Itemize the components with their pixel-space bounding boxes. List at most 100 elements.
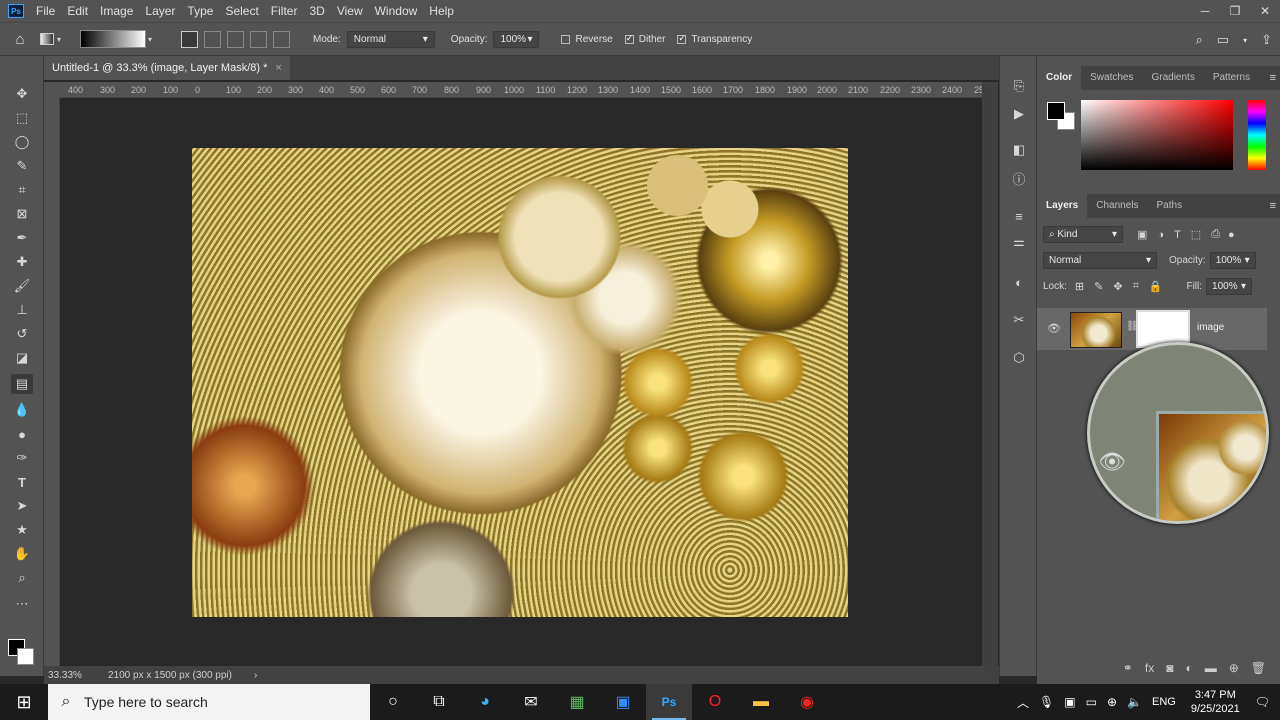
tools-icon[interactable]: ✂ <box>1009 310 1029 330</box>
adjustment-layer-icon[interactable]: ◐ <box>1185 661 1192 675</box>
chevron-right-icon[interactable]: › <box>254 670 257 681</box>
layer-name[interactable]: image <box>1197 322 1224 333</box>
mode-select[interactable]: Normal ▾ <box>346 30 435 48</box>
zoom-tool-icon[interactable]: ⌕ <box>11 568 33 588</box>
menu-window[interactable]: Window <box>369 0 424 22</box>
lock-all-icon[interactable]: 🔒 <box>1149 280 1163 293</box>
tab-patterns[interactable]: Patterns <box>1204 66 1259 90</box>
adjustments-icon[interactable]: ◧ <box>1009 140 1029 160</box>
menu-3d[interactable]: 3D <box>303 0 330 22</box>
file-explorer-icon[interactable]: ▬ <box>738 684 784 720</box>
network-icon[interactable]: ⊕ <box>1102 695 1122 709</box>
trash-icon[interactable]: 🗑 <box>1251 661 1266 675</box>
layer-opacity-input[interactable]: 100% ▾ <box>1209 252 1256 269</box>
clock[interactable]: 3:47 PM 9/25/2021 <box>1181 688 1250 716</box>
minimize-icon[interactable]: ─ <box>1190 0 1220 22</box>
eraser-tool-icon[interactable]: ◪ <box>11 348 33 368</box>
tab-layers[interactable]: Layers <box>1037 194 1088 218</box>
document-tab[interactable]: Untitled-1 @ 33.3% (image, Layer Mask/8)… <box>44 56 290 80</box>
taskbar-search[interactable]: ⌕ Type here to search <box>48 684 370 720</box>
search-icon[interactable]: ⌕ <box>1196 32 1203 48</box>
dodge-tool-icon[interactable]: ● <box>11 424 33 444</box>
history-brush-icon[interactable]: ↺ <box>11 324 33 344</box>
microphone-icon[interactable]: 🎙 <box>1034 695 1059 709</box>
screen-recorder-icon[interactable]: ◉ <box>784 684 830 720</box>
close-icon[interactable]: ✕ <box>1250 0 1280 22</box>
task-view-icon[interactable]: ⧉ <box>416 684 462 720</box>
document-image[interactable] <box>192 148 848 617</box>
panel-menu-icon[interactable]: ≡ <box>1270 200 1276 212</box>
reverse-checkbox[interactable]: Reverse <box>561 34 613 45</box>
link-layers-icon[interactable]: ⚭ <box>1123 661 1133 675</box>
menu-image[interactable]: Image <box>94 0 139 22</box>
3d-cube-icon[interactable]: ⬡ <box>1009 348 1029 368</box>
close-icon[interactable]: × <box>275 62 281 74</box>
horizontal-ruler[interactable]: 400 300 200 100 0 100 200 300 400 500 60… <box>60 82 988 98</box>
home-icon[interactable]: ⌂ <box>0 31 40 48</box>
transparency-checkbox[interactable]: Transparency <box>677 33 752 45</box>
lock-artboard-icon[interactable]: ⌗ <box>1133 280 1139 293</box>
tab-color[interactable]: Color <box>1037 66 1082 90</box>
lock-pixels-icon[interactable]: ✎ <box>1094 280 1103 293</box>
properties-icon[interactable]: ⚌ <box>1009 232 1029 252</box>
quick-select-tool-icon[interactable]: ✎ <box>11 156 33 176</box>
blur-tool-icon[interactable]: 💧 <box>11 400 33 420</box>
windows-start-icon[interactable]: ⊞ <box>0 684 48 720</box>
menu-edit[interactable]: Edit <box>61 0 94 22</box>
radial-gradient-icon[interactable] <box>204 30 221 48</box>
panel-menu-icon[interactable]: ≡ <box>1270 72 1276 84</box>
share-icon[interactable]: ⇪ <box>1261 32 1272 48</box>
eye-icon[interactable]: 👁 <box>1047 322 1061 335</box>
color-picker-field[interactable] <box>1081 100 1233 170</box>
filter-toggle-icon[interactable]: ● <box>1228 229 1235 241</box>
group-folder-icon[interactable]: ▬ <box>1205 661 1217 675</box>
info-icon[interactable]: ⓘ <box>1009 168 1029 188</box>
layer-filter-select[interactable]: ⌕ Kind ▾ <box>1043 226 1123 243</box>
marquee-tool-icon[interactable]: ⬚ <box>11 108 33 128</box>
background-color-swatch[interactable] <box>17 648 34 665</box>
path-select-icon[interactable]: ➤ <box>11 496 33 516</box>
blend-mode-select[interactable]: Normal ▾ <box>1043 252 1157 269</box>
menu-layer[interactable]: Layer <box>139 0 181 22</box>
pen-tool-icon[interactable]: ✑ <box>11 448 33 468</box>
chevron-down-icon[interactable]: ▾ <box>1243 36 1247 45</box>
notification-icon[interactable]: 🗨 <box>1250 695 1280 709</box>
shape-tool-icon[interactable]: ★ <box>11 520 33 540</box>
hand-tool-icon[interactable]: ✋ <box>11 544 33 564</box>
play-icon[interactable]: ▶ <box>1009 104 1029 124</box>
reflected-gradient-icon[interactable] <box>250 30 267 48</box>
tool-preset-picker[interactable]: ▾ <box>40 33 70 45</box>
frame-tool-icon[interactable]: ⊠ <box>11 204 33 224</box>
photoshop-taskbar-icon[interactable]: Ps <box>646 684 692 720</box>
ruler-origin[interactable] <box>44 82 60 98</box>
history-icon[interactable]: ⎘ <box>1009 76 1029 96</box>
mail-icon[interactable]: ✉ <box>508 684 554 720</box>
filter-shape-icon[interactable]: ⬚ <box>1191 228 1201 241</box>
dither-checkbox[interactable]: Dither <box>624 33 665 45</box>
zoom-level[interactable]: 33.33% <box>48 670 106 681</box>
new-layer-icon[interactable]: ⊕ <box>1229 661 1239 675</box>
add-mask-icon[interactable]: ◙ <box>1166 661 1173 675</box>
restore-icon[interactable]: ❐ <box>1220 0 1250 22</box>
diamond-gradient-icon[interactable] <box>273 30 290 48</box>
menu-select[interactable]: Select <box>219 0 264 22</box>
gradient-tool-icon[interactable]: ▤ <box>11 374 33 394</box>
lock-transparent-icon[interactable]: ⊞ <box>1075 280 1084 293</box>
filter-adjustment-icon[interactable]: ◑ <box>1157 229 1164 241</box>
menu-file[interactable]: File <box>30 0 61 22</box>
menu-help[interactable]: Help <box>423 0 460 22</box>
menu-type[interactable]: Type <box>181 0 219 22</box>
eyedropper-tool-icon[interactable]: ✒ <box>11 228 33 248</box>
fill-input[interactable]: 100% ▾ <box>1206 278 1253 295</box>
tab-swatches[interactable]: Swatches <box>1081 66 1142 90</box>
lock-position-icon[interactable]: ✥ <box>1113 280 1122 293</box>
tab-paths[interactable]: Paths <box>1148 194 1192 218</box>
brush-tool-icon[interactable]: 🖌 <box>11 276 33 296</box>
workspace-icon[interactable]: ▭ <box>1217 32 1229 48</box>
layer-thumbnail[interactable] <box>1070 312 1122 348</box>
volume-icon[interactable]: 🔈 <box>1122 695 1147 709</box>
clone-stamp-icon[interactable]: ⊥ <box>11 300 33 320</box>
battery-icon[interactable]: ▭ <box>1081 695 1102 709</box>
cortana-icon[interactable]: ○ <box>370 684 416 720</box>
opera-icon[interactable]: O <box>692 684 738 720</box>
